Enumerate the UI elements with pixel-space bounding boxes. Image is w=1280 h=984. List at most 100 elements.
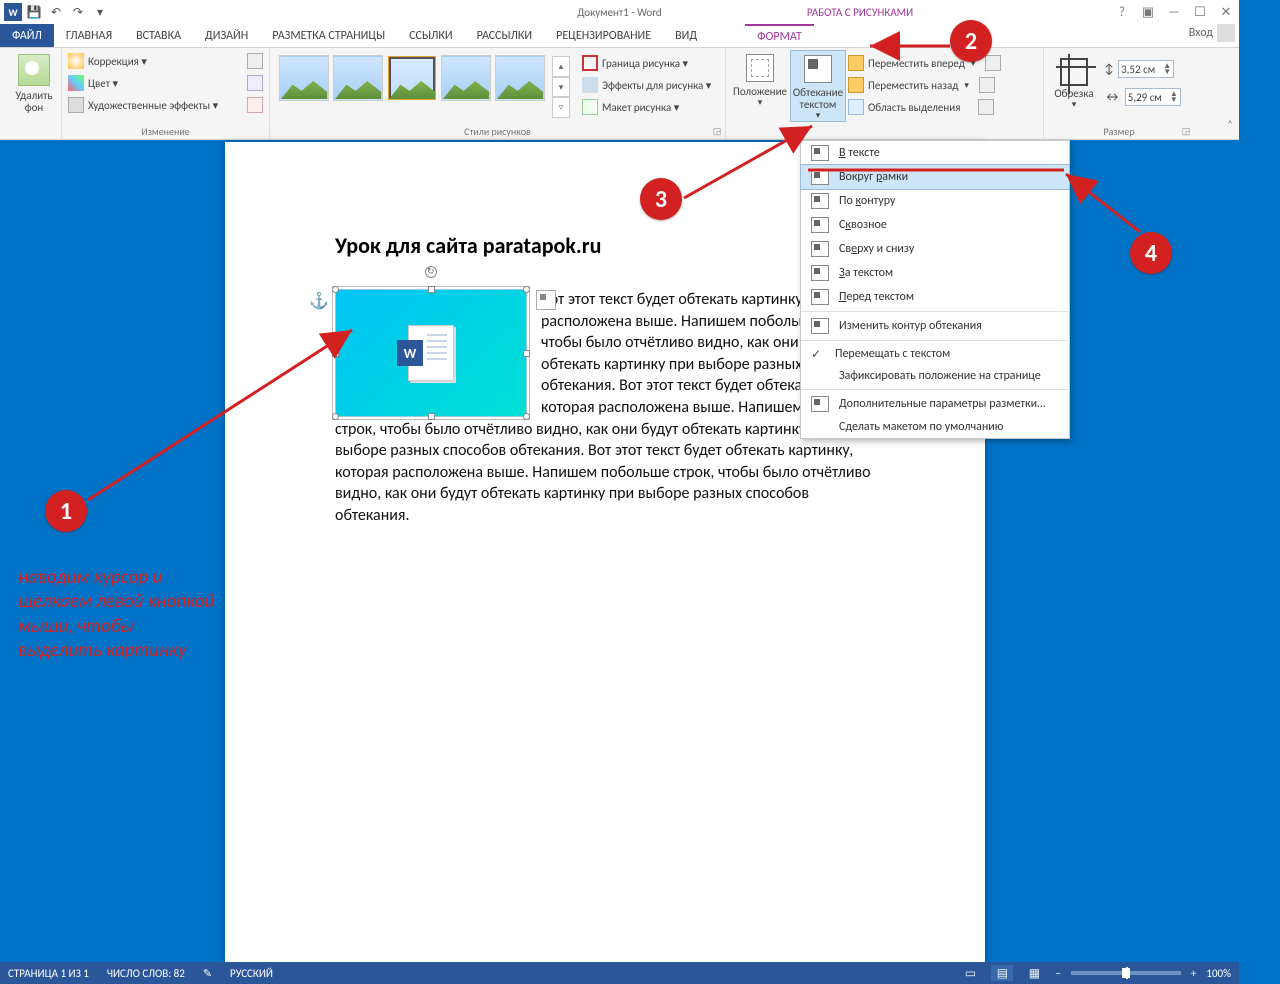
position-icon xyxy=(746,54,774,82)
resize-handle-tr[interactable] xyxy=(523,286,530,293)
resize-handle-t[interactable] xyxy=(428,286,435,293)
status-bar: СТРАНИЦА 1 ИЗ 1 ЧИСЛО СЛОВ: 82 ✎ РУССКИЙ… xyxy=(0,962,1239,984)
group-remove-bg: Удалить фон xyxy=(0,48,62,139)
zoom-level[interactable]: 100% xyxy=(1206,967,1231,980)
tight-icon xyxy=(811,193,829,209)
tab-format[interactable]: ФОРМАТ xyxy=(745,24,814,47)
picture-border-button[interactable]: Граница рисунка ▾ xyxy=(602,57,688,70)
picture-styles-gallery[interactable]: ▴▾▿ xyxy=(276,50,574,118)
rotate-icon[interactable] xyxy=(978,99,994,115)
layout-options-button[interactable] xyxy=(536,290,556,310)
ribbon-display-icon[interactable]: ▣ xyxy=(1139,5,1157,20)
save-button[interactable]: 💾 xyxy=(24,2,44,22)
behind-icon xyxy=(811,265,829,281)
edit-points-icon xyxy=(811,318,829,334)
tab-file[interactable]: ФАЙЛ xyxy=(0,24,54,47)
quick-access-toolbar: W 💾 ↶ ↷ ▾ xyxy=(0,2,110,22)
status-language[interactable]: РУССКИЙ xyxy=(230,967,273,980)
change-picture-icon[interactable] xyxy=(247,75,263,91)
height-input[interactable]: 3,52 см▲▼ xyxy=(1118,60,1174,78)
status-word-count[interactable]: ЧИСЛО СЛОВ: 82 xyxy=(107,967,185,980)
artistic-effects-button[interactable]: Художественные эффекты ▾ xyxy=(88,99,218,112)
zoom-slider[interactable] xyxy=(1071,971,1181,975)
style-thumb-1[interactable] xyxy=(280,56,328,100)
position-button[interactable]: Положение▾ xyxy=(732,50,788,122)
account-login[interactable]: Вход xyxy=(1189,24,1235,42)
qat-customize[interactable]: ▾ xyxy=(90,2,110,22)
bring-forward-button[interactable]: Переместить вперед xyxy=(868,57,965,70)
zoom-out-button[interactable]: − xyxy=(1055,967,1060,980)
minimize-icon[interactable]: — xyxy=(1165,5,1183,20)
compress-icon[interactable] xyxy=(247,53,263,69)
menu-edit-wrap-points[interactable]: Изменить контур обтекания xyxy=(801,314,1069,338)
menu-front[interactable]: Перед текстом xyxy=(801,285,1069,309)
menu-move-with-text[interactable]: Перемещать с текстом xyxy=(801,343,1069,365)
picture-layout-button[interactable]: Макет рисунка ▾ xyxy=(602,101,679,114)
style-thumb-5[interactable] xyxy=(496,56,544,100)
style-thumb-4[interactable] xyxy=(442,56,490,100)
menu-tight[interactable]: По контуру xyxy=(801,189,1069,213)
tab-page-layout[interactable]: РАЗМЕТКА СТРАНИЦЫ xyxy=(260,24,397,47)
tab-design[interactable]: ДИЗАЙН xyxy=(193,24,260,47)
corrections-button[interactable]: Коррекция ▾ xyxy=(88,55,147,68)
selection-pane-button[interactable]: Область выделения xyxy=(868,101,960,114)
menu-topbottom[interactable]: Сверху и снизу xyxy=(801,237,1069,261)
undo-button[interactable]: ↶ xyxy=(46,2,66,22)
status-proofing-icon[interactable]: ✎ xyxy=(203,967,212,980)
picture-effects-button[interactable]: Эффекты для рисунка ▾ xyxy=(602,79,711,92)
tab-view[interactable]: ВИД xyxy=(663,24,709,47)
menu-set-default[interactable]: Сделать макетом по умолчанию xyxy=(801,416,1069,438)
width-input[interactable]: 5,29 см▲▼ xyxy=(1125,88,1181,106)
zoom-in-button[interactable]: + xyxy=(1191,967,1196,980)
view-web-layout[interactable]: ▦ xyxy=(1023,965,1045,981)
annotation-badge-2: 2 xyxy=(950,20,992,62)
bring-forward-icon xyxy=(848,55,864,71)
rotate-handle[interactable] xyxy=(425,266,437,278)
tab-review[interactable]: РЕЦЕНЗИРОВАНИЕ xyxy=(544,24,663,47)
picture-content-word-icon xyxy=(408,325,454,381)
view-print-layout[interactable]: ▤ xyxy=(991,965,1013,981)
resize-handle-b[interactable] xyxy=(428,413,435,420)
reset-picture-icon[interactable] xyxy=(247,97,263,113)
maximize-icon[interactable]: ☐ xyxy=(1191,5,1209,20)
align-icon[interactable] xyxy=(985,55,1001,71)
zoom-slider-thumb[interactable] xyxy=(1122,968,1130,978)
menu-square[interactable]: Вокруг рамки xyxy=(800,164,1070,190)
menu-through[interactable]: Сквозное xyxy=(801,213,1069,237)
tab-references[interactable]: ССЫЛКИ xyxy=(397,24,464,47)
menu-fix-position[interactable]: Зафиксировать положение на странице xyxy=(801,365,1069,387)
menu-behind[interactable]: За текстом xyxy=(801,261,1069,285)
collapse-ribbon-button[interactable]: ˄ xyxy=(1227,118,1233,131)
resize-handle-r[interactable] xyxy=(523,350,530,357)
crop-button[interactable]: Обрезка▾ xyxy=(1050,54,1098,110)
style-thumb-3[interactable] xyxy=(388,56,436,100)
group-objects-icon[interactable] xyxy=(979,77,995,93)
tab-home[interactable]: ГЛАВНАЯ xyxy=(54,24,124,47)
close-icon[interactable]: ✕ xyxy=(1217,5,1235,20)
view-read-mode[interactable]: ▭ xyxy=(959,965,981,981)
picture-border-icon xyxy=(582,55,598,71)
status-page[interactable]: СТРАНИЦА 1 ИЗ 1 xyxy=(8,967,89,980)
resize-handle-tl[interactable] xyxy=(332,286,339,293)
gallery-scroll[interactable]: ▴▾▿ xyxy=(552,56,570,118)
style-thumb-2[interactable] xyxy=(334,56,382,100)
wrap-text-button[interactable]: Обтекание текстом▾ xyxy=(790,50,846,122)
help-icon[interactable]: ? xyxy=(1113,5,1131,20)
resize-handle-bl[interactable] xyxy=(332,413,339,420)
size-dialog-launcher[interactable]: ◲ xyxy=(1180,125,1192,137)
tab-insert[interactable]: ВСТАВКА xyxy=(124,24,193,47)
selected-picture[interactable] xyxy=(335,289,527,417)
menu-more-layout[interactable]: Дополнительные параметры разметки… xyxy=(801,392,1069,416)
resize-handle-br[interactable] xyxy=(523,413,530,420)
group-label-adjust: Изменение xyxy=(62,125,269,138)
tab-mailings[interactable]: РАССЫЛКИ xyxy=(465,24,545,47)
remove-background-icon xyxy=(18,54,50,86)
styles-dialog-launcher[interactable]: ◲ xyxy=(711,125,723,137)
resize-handle-l[interactable] xyxy=(332,350,339,357)
send-backward-button[interactable]: Переместить назад xyxy=(868,79,958,92)
menu-inline[interactable]: В тексте xyxy=(801,141,1069,165)
wrap-text-icon xyxy=(804,55,832,83)
color-button[interactable]: Цвет ▾ xyxy=(88,77,118,90)
redo-button[interactable]: ↷ xyxy=(68,2,88,22)
remove-background-button[interactable]: Удалить фон xyxy=(6,50,62,114)
